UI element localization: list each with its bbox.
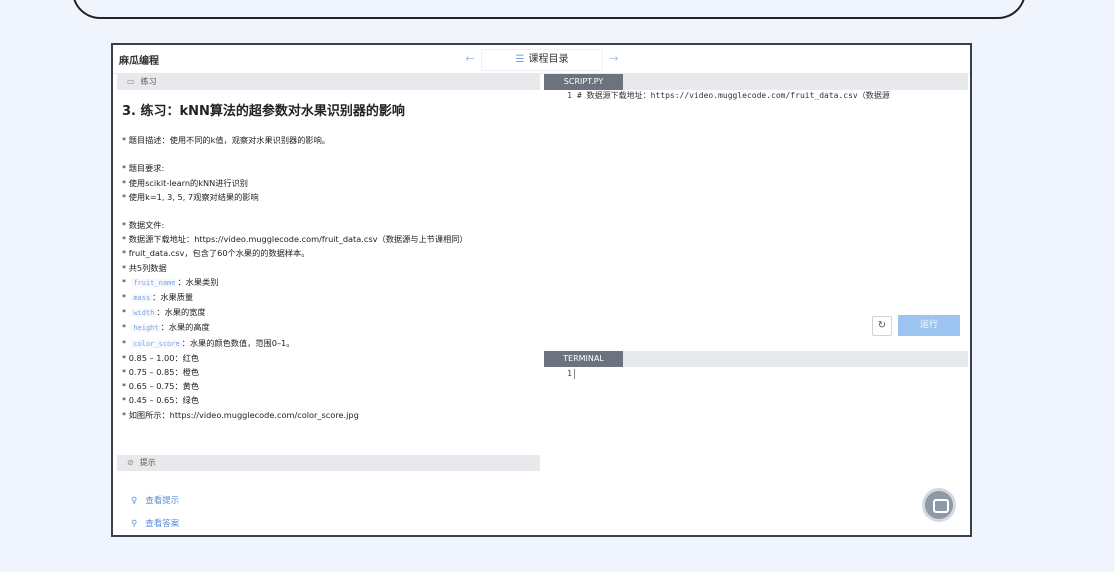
exercise-panel: ▭ 练习 3. 练习：kNN算法的超参数对水果识别器的影响 * 题目描述：使用不同… — [117, 74, 540, 534]
code-panel: SCRIPT.PY 1 # 数据源下载地址：https://video.mugg… — [544, 74, 968, 534]
column-code: width — [131, 309, 157, 318]
menu-icon: ☰ — [515, 54, 525, 65]
course-menu-button[interactable]: ☰ 课程目录 — [481, 49, 603, 71]
column-desc: ：水果的宽度 — [156, 307, 206, 318]
column-desc: ：水果的颜色数值，范围0–1。 — [181, 337, 295, 348]
terminal-panel[interactable]: TERMINAL 1 — [544, 351, 968, 534]
code-editor[interactable]: 1 # 数据源下载地址：https://video.mugglecode.com… — [544, 90, 968, 345]
prev-lesson-button[interactable]: ← — [459, 49, 481, 69]
color-range: * 0.85 – 1.00：红色 — [122, 352, 200, 363]
column-item: * height ：水果的高度 — [122, 322, 210, 333]
view-hint-label: 查看提示 — [145, 496, 180, 506]
column-code: height — [131, 324, 161, 333]
image-link-line: * 如图所示：https://video.mugglecode.com/colo… — [122, 409, 359, 420]
exercise-section-label: 练习 — [140, 77, 157, 86]
lightbulb-icon: ♀ — [131, 496, 138, 506]
top-speech-bubble — [72, 0, 1026, 19]
view-answer-link[interactable]: ⚲ 查看答案 — [131, 517, 179, 529]
line-number: 1 — [567, 91, 572, 100]
hints-section-label: 提示 — [139, 458, 156, 467]
brand-name: 麻瓜编程 — [119, 56, 159, 67]
editor-tab-row: SCRIPT.PY — [544, 74, 968, 90]
app-window: 麻瓜编程 ← ☰ 课程目录 → ▭ 练习 3. 练习：kNN算法的超参数对水果识别器… — [111, 43, 972, 537]
column-desc: ：水果质量 — [152, 292, 194, 303]
data-line: * fruit_data.csv，包含了60个水果的的数据样本。 — [122, 248, 310, 259]
reset-button[interactable]: ↻ — [872, 316, 892, 336]
column-code: fruit_name — [131, 278, 178, 287]
terminal-cursor — [574, 369, 575, 379]
column-item: * fruit_name ：水果类别 — [122, 276, 219, 287]
req-line: * 使用k=1, 3, 5, 7观察对结果的影响 — [122, 191, 259, 202]
column-desc: ：水果的高度 — [160, 322, 210, 333]
terminal-line-number: 1 — [567, 369, 572, 378]
req-line: * 使用scikit-learn的kNN进行识别 — [122, 177, 248, 188]
column-item: * mass ：水果质量 — [122, 292, 194, 303]
hints-section-header: ⊘ 提示 — [117, 455, 540, 471]
color-range: * 0.45 – 0.65：绿色 — [122, 395, 200, 406]
data-line: * 共5列数据 — [122, 262, 167, 273]
data-heading: * 数据文件: — [122, 220, 165, 231]
column-desc: ：水果类别 — [177, 276, 219, 287]
desc-line: * 题目描述：使用不同的k值，观察对水果识别器的影响。 — [122, 135, 330, 146]
tab-script-py[interactable]: SCRIPT.PY — [544, 74, 623, 90]
check-circle-icon: ⊘ — [127, 458, 134, 467]
req-heading: * 题目要求: — [122, 163, 165, 174]
view-hint-link[interactable]: ♀ 查看提示 — [131, 494, 179, 506]
next-lesson-button[interactable]: → — [603, 49, 625, 69]
data-line: * 数据源下载地址：https://video.mugglecode.com/f… — [122, 234, 468, 245]
exercise-title: 3. 练习：kNN算法的超参数对水果识别器的影响 — [122, 104, 405, 119]
column-item: * width ：水果的宽度 — [122, 307, 206, 318]
column-code: color_score — [131, 339, 182, 348]
course-menu-label: 课程目录 — [528, 54, 569, 65]
column-code: mass — [131, 294, 153, 303]
column-item: * color_score ：水果的颜色数值，范围0–1。 — [122, 337, 295, 348]
code-line: # 数据源下载地址：https://video.mugglecode.com/f… — [577, 91, 890, 100]
terminal-line: 1 — [544, 367, 968, 381]
view-answer-label: 查看答案 — [145, 519, 180, 529]
chat-icon — [933, 499, 949, 513]
exercise-content: 3. 练习：kNN算法的超参数对水果识别器的影响 * 题目描述：使用不同的k值，… — [117, 90, 540, 422]
terminal-tab-row: TERMINAL — [544, 351, 968, 367]
chat-support-button[interactable] — [922, 488, 956, 522]
tab-terminal[interactable]: TERMINAL — [544, 351, 623, 367]
search-icon: ⚲ — [131, 519, 138, 529]
document-icon: ▭ — [127, 77, 135, 86]
run-button[interactable]: 运行 — [898, 315, 960, 336]
color-range: * 0.75 – 0.85：橙色 — [122, 367, 200, 378]
color-range: * 0.65 – 0.75：黄色 — [122, 381, 200, 392]
title-bar: 麻瓜编程 ← ☰ 课程目录 → — [113, 45, 970, 74]
exercise-section-header: ▭ 练习 — [117, 74, 540, 90]
